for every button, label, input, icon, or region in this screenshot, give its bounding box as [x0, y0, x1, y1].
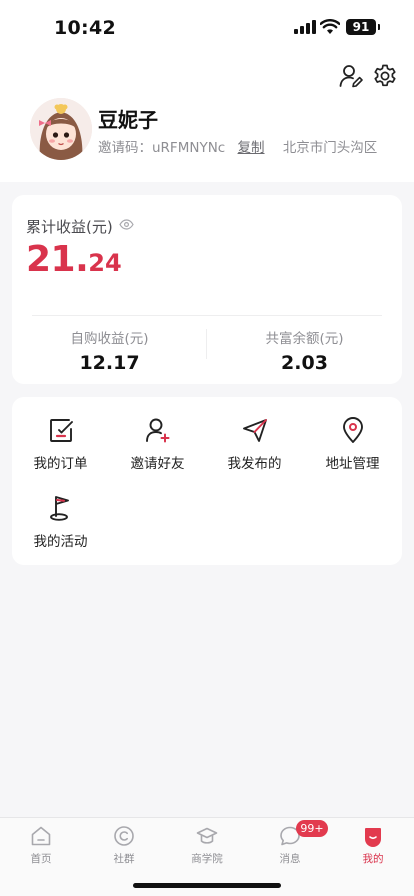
add-friend-icon: [145, 418, 169, 443]
home-icon: [31, 826, 51, 846]
copy-invite-code-button[interactable]: 复制: [238, 140, 265, 156]
menu-item-label: 我的订单: [33, 456, 88, 472]
shared-balance-label: 共富余额(元): [265, 331, 344, 347]
eye-icon[interactable]: [119, 219, 134, 230]
avatar-illustration: [30, 98, 92, 160]
community-icon: [114, 826, 134, 846]
total-earnings: 21.24: [26, 239, 122, 280]
battery-indicator: 91: [346, 19, 380, 35]
nickname: 豆妮子: [98, 108, 158, 132]
menu-item-my-activities[interactable]: 我的活动: [12, 494, 109, 550]
gear-icon[interactable]: [372, 63, 398, 89]
total-earnings-decimal: 24: [88, 249, 122, 277]
tab-community[interactable]: 社群: [83, 825, 165, 866]
location-pin-icon: [342, 417, 363, 443]
menu-item-label: 地址管理: [325, 456, 380, 472]
tab-label: 消息: [279, 853, 301, 865]
graduation-cap-icon: [196, 827, 218, 844]
self-earnings[interactable]: 自购收益(元) 12.17: [12, 327, 207, 374]
shared-balance-value: 2.03: [281, 352, 328, 374]
profile-tab-icon: [365, 828, 381, 847]
invite-code: uRFMNYNc: [152, 140, 226, 156]
tab-home[interactable]: 首页: [0, 825, 82, 866]
total-earnings-integer: 21.: [26, 239, 89, 280]
message-badge: 99+: [296, 820, 328, 837]
earnings-title: 累计收益(元): [26, 218, 113, 236]
status-bar: 10:42 91: [0, 0, 414, 54]
menu-item-label: 我的活动: [33, 534, 88, 550]
menu-item-address[interactable]: 地址管理: [304, 416, 401, 472]
user-edit-icon[interactable]: [338, 63, 364, 89]
tab-label: 社群: [113, 853, 135, 865]
tab-label: 商学院: [191, 853, 223, 865]
divider: [32, 315, 382, 316]
self-earnings-label: 自购收益(元): [70, 331, 149, 347]
activity-flag-icon: [49, 496, 69, 521]
tab-label: 首页: [30, 853, 52, 865]
send-icon: [242, 419, 267, 442]
tab-profile[interactable]: 我的: [332, 825, 414, 866]
menu-item-label: 我发布的: [227, 456, 282, 472]
menu-item-orders[interactable]: 我的订单: [12, 416, 109, 472]
invite-code-label: 邀请码：: [98, 140, 152, 156]
home-indicator: [133, 883, 281, 888]
location-text: 北京市门头沟区: [282, 140, 378, 156]
cellular-signal-icon: [294, 20, 316, 34]
status-time: 10:42: [54, 17, 116, 39]
tab-business-school[interactable]: 商学院: [166, 825, 248, 866]
avatar[interactable]: [30, 98, 92, 160]
wifi-icon: [320, 19, 340, 34]
menu-card: 我的订单 邀请好友 我发布的 地址管理 我的活动: [12, 397, 402, 565]
menu-item-label: 邀请好友: [130, 456, 185, 472]
shared-balance[interactable]: 共富余额(元) 2.03: [207, 327, 402, 374]
tab-label: 我的: [362, 853, 384, 865]
earnings-card: 累计收益(元) 21.24 自购收益(元) 12.17 共富余额(元) 2.03: [12, 195, 402, 384]
order-icon: [49, 419, 73, 442]
menu-item-invite-friends[interactable]: 邀请好友: [109, 416, 206, 472]
invite-row: 邀请码：uRFMNYNc 复制 北京市门头沟区: [98, 136, 377, 156]
self-earnings-value: 12.17: [79, 352, 140, 374]
menu-item-my-posts[interactable]: 我发布的: [206, 416, 303, 472]
